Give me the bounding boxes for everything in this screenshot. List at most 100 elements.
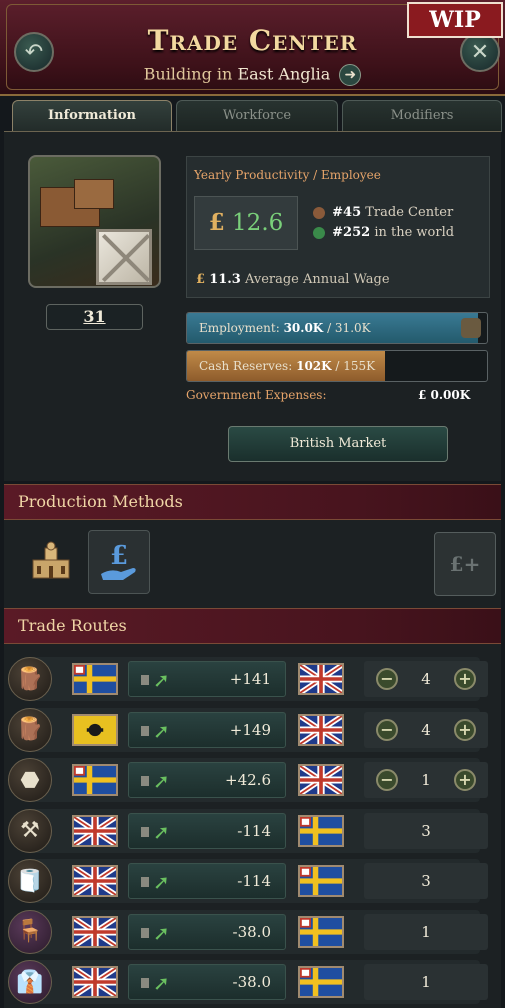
building-level[interactable]: 31 <box>46 304 143 330</box>
building-portrait <box>28 155 161 288</box>
rank-world-label: in the world <box>374 225 455 240</box>
building-method-button[interactable] <box>20 530 82 594</box>
trade-volume: -38.0 <box>232 922 271 941</box>
employment-text: Employment: 30.0K / 31.0K <box>199 313 371 343</box>
production-methods-header: Production Methods <box>4 484 501 520</box>
wage-label: Average Annual Wage <box>245 272 390 287</box>
state-link[interactable]: East Anglia <box>237 65 330 84</box>
iron-icon[interactable]: ⬣ <box>8 758 52 802</box>
rank-world: #252 in the world <box>313 225 454 240</box>
trade-routes-header: Trade Routes <box>4 608 501 644</box>
trade-volume: -114 <box>237 872 271 890</box>
pop-icon <box>461 318 481 338</box>
trade-volume: -114 <box>237 821 271 840</box>
route-level: 3 <box>364 863 488 899</box>
route-level-value: 3 <box>421 872 431 890</box>
sweden-flag-icon[interactable] <box>72 764 118 796</box>
uk-flag-icon[interactable] <box>72 966 118 998</box>
increase-level-button[interactable]: + <box>454 668 476 690</box>
route-level: 1 <box>364 913 488 950</box>
trade-arrow-icon: ➚ <box>153 718 170 743</box>
arrow-right-icon: ➜ <box>344 67 357 83</box>
route-level: 3 <box>364 812 488 849</box>
goto-state-button[interactable]: ➜ <box>339 64 362 86</box>
trade-arrow-icon: ➚ <box>153 769 170 793</box>
crate-icon <box>96 229 152 285</box>
uk-flag-icon[interactable] <box>72 915 118 948</box>
sweden-flag-icon[interactable] <box>298 814 344 847</box>
trade-arrow-icon: ➚ <box>153 920 170 945</box>
russia-flag-icon[interactable] <box>72 713 118 746</box>
government-expenses-value: £ 0.00K <box>418 388 471 402</box>
market-button[interactable]: British Market <box>228 426 448 462</box>
rank-type-label: Trade Center <box>365 205 454 220</box>
employment-max: / 31.0K <box>327 321 371 335</box>
employment-label: Employment: <box>199 321 280 335</box>
trade-flow-box: ➚ +141 <box>128 661 286 697</box>
pound-icon: £ <box>196 272 206 287</box>
route-level-value: 3 <box>421 821 431 840</box>
trade-flow-box: ➚ +149 <box>128 711 286 748</box>
trade-route-row[interactable]: 🧻 ➚ -114 3 <box>8 859 488 903</box>
sweden-flag-icon[interactable] <box>72 663 118 695</box>
sweden-flag-icon[interactable] <box>298 915 344 948</box>
uk-flag-icon[interactable] <box>298 764 344 796</box>
document-icon <box>141 826 149 837</box>
uk-flag-icon[interactable] <box>298 713 344 746</box>
uk-flag-icon[interactable] <box>72 865 118 897</box>
cash-reserves-bar[interactable]: Cash Reserves: 102K / 155K <box>186 350 488 382</box>
trade-volume: -38.0 <box>232 973 271 991</box>
sweden-flag-icon[interactable] <box>298 865 344 897</box>
close-button[interactable]: ✕ <box>460 32 500 72</box>
employment-current: 30.0K <box>283 321 324 335</box>
svg-text:£: £ <box>110 541 128 571</box>
trade-flow-box: ➚ -38.0 <box>128 964 286 1000</box>
trade-route-row[interactable]: 👔 ➚ -38.0 1 <box>8 960 488 1004</box>
trade-route-row[interactable]: 🪑 ➚ -38.0 1 <box>8 909 488 954</box>
sweden-flag-icon[interactable] <box>298 966 344 998</box>
trade-method-button[interactable]: £ <box>88 530 150 594</box>
cash-current: 102K <box>296 359 332 373</box>
uk-flag-icon[interactable] <box>298 663 344 695</box>
building-location: Building in East Anglia ➜ <box>0 64 505 86</box>
productivity-number: 12.6 <box>232 210 284 236</box>
tab-modifiers[interactable]: Modifiers <box>342 100 502 132</box>
rank-building-type: #45 Trade Center <box>313 205 453 220</box>
trade-volume: +42.6 <box>225 771 271 789</box>
trade-flow-box: ➚ -114 <box>128 863 286 899</box>
route-level: −4 + <box>364 661 488 697</box>
document-icon <box>141 675 149 685</box>
trade-flow-box: ➚ +42.6 <box>128 762 286 798</box>
cash-max: / 155K <box>335 359 376 373</box>
close-icon: ✕ <box>470 39 490 65</box>
subtitle-prefix: Building in <box>143 64 233 84</box>
clothes-icon[interactable]: 👔 <box>8 960 52 1004</box>
wood-icon[interactable]: 🪵 <box>8 707 52 752</box>
trade-volume: +149 <box>229 720 271 739</box>
town-hall-icon <box>32 541 70 579</box>
wood-icon[interactable]: 🪵 <box>8 657 52 701</box>
employment-bar[interactable]: Employment: 30.0K / 31.0K <box>186 312 488 344</box>
government-expenses-label: Government Expenses: <box>186 388 327 402</box>
increase-level-button[interactable]: + <box>454 718 476 741</box>
tab-information[interactable]: Information <box>12 100 172 132</box>
add-method-button[interactable]: £+ <box>434 532 496 596</box>
trade-route-row[interactable]: 🪵 ➚ +149 −4 + <box>8 707 488 752</box>
increase-level-button[interactable]: + <box>454 769 476 791</box>
trade-arrow-icon: ➚ <box>153 668 170 692</box>
furniture-icon[interactable]: 🪑 <box>8 909 52 954</box>
tab-workforce[interactable]: Workforce <box>176 100 338 132</box>
rank-world-number: #252 <box>332 225 371 240</box>
production-methods-panel: £ £+ <box>4 520 501 608</box>
fabric-icon[interactable]: 🧻 <box>8 859 52 903</box>
tools-icon[interactable]: ⚒ <box>8 808 52 853</box>
trade-route-row[interactable]: ⚒ ➚ -114 3 <box>8 808 488 853</box>
trade-route-row[interactable]: 🪵 ➚ +141 −4 + <box>8 657 488 701</box>
route-level: 1 <box>364 964 488 1000</box>
uk-flag-icon[interactable] <box>72 814 118 847</box>
route-level-value: 1 <box>421 922 431 941</box>
rank-type-number: #45 <box>332 205 362 220</box>
trade-flow-box: ➚ -38.0 <box>128 913 286 950</box>
trade-route-row[interactable]: ⬣ ➚ +42.6 −1 + <box>8 758 488 802</box>
document-icon <box>141 927 149 938</box>
